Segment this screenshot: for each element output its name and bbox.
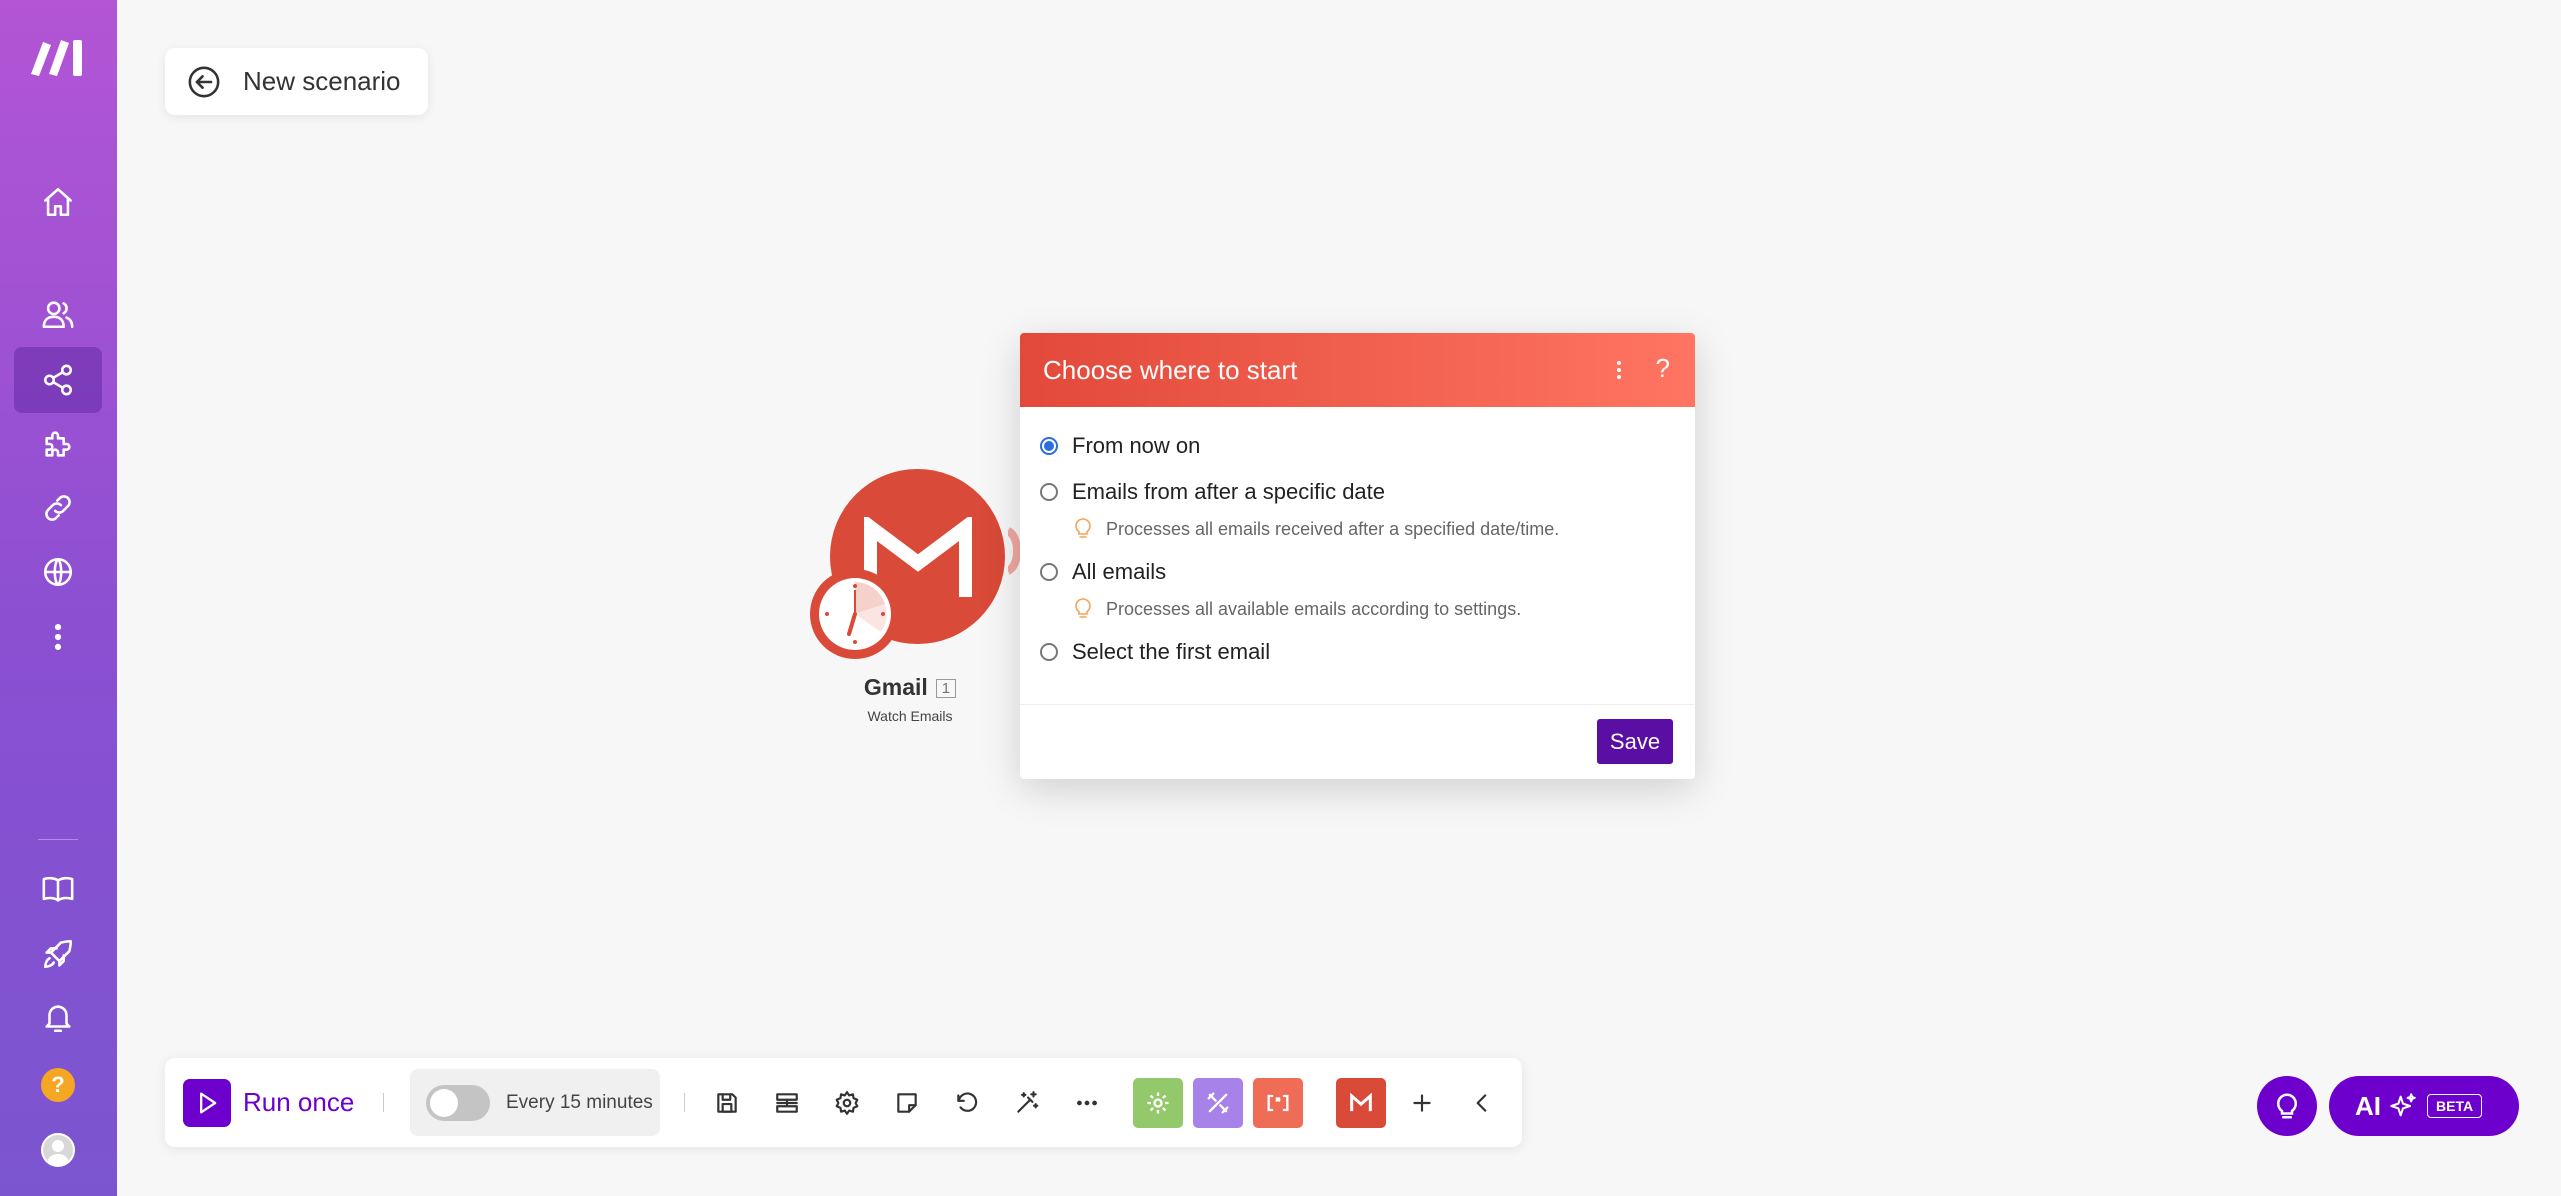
module-title: Gmail 1 xyxy=(810,674,1010,701)
docs-book-icon[interactable] xyxy=(14,856,102,922)
radio-select-first-email[interactable] xyxy=(1040,643,1058,661)
schedule-toggle[interactable]: Every 15 minutes xyxy=(410,1069,660,1136)
play-icon xyxy=(200,1092,217,1113)
choose-start-dialog: Choose where to start ? From now on Emai… xyxy=(1020,333,1695,779)
schedule-switch[interactable] xyxy=(426,1084,490,1121)
dialog-footer: Save xyxy=(1020,704,1695,779)
start-options: From now on Emails from after a specific… xyxy=(1020,407,1695,675)
gmail-icon xyxy=(1350,1092,1372,1111)
add-plus-icon[interactable] xyxy=(1397,1058,1447,1147)
scenario-name: New scenario xyxy=(243,66,401,96)
schedule-clock-icon[interactable] xyxy=(810,569,900,659)
tools-gear-icon xyxy=(1147,1092,1169,1113)
toolbar-divider xyxy=(684,1093,685,1112)
beta-badge: BETA xyxy=(2427,1094,2483,1118)
scenarios-icon[interactable] xyxy=(14,347,102,413)
scenario-toolbar: Run once Every 15 minutes xyxy=(165,1058,1522,1147)
dialog-title: Choose where to start xyxy=(1043,354,1298,385)
module-action: Watch Emails xyxy=(867,708,953,724)
sidebar: ? xyxy=(0,0,117,1196)
flow-control-icon xyxy=(1207,1092,1229,1113)
more-vertical-icon[interactable] xyxy=(14,604,102,670)
settings-gear-icon[interactable] xyxy=(822,1058,872,1147)
save-scenario-icon[interactable] xyxy=(702,1058,752,1147)
rocket-icon[interactable] xyxy=(14,921,102,987)
radio-after-specific-date[interactable] xyxy=(1040,483,1058,501)
toolbar-divider xyxy=(383,1093,384,1112)
notes-icon[interactable] xyxy=(882,1058,932,1147)
dialog-more-icon[interactable] xyxy=(1609,355,1629,385)
back-to-scenarios-button[interactable]: New scenario xyxy=(165,48,428,115)
team-icon[interactable] xyxy=(14,281,102,347)
run-once-button[interactable]: Run once xyxy=(183,1058,354,1147)
save-button[interactable]: Save xyxy=(1597,719,1673,764)
schedule-interval: Every 15 minutes xyxy=(506,1091,653,1113)
notifications-bell-icon[interactable] xyxy=(14,985,102,1051)
option-from-now-on[interactable]: From now on xyxy=(1040,423,1695,469)
magic-wand-icon[interactable] xyxy=(1002,1058,1052,1147)
auto-align-icon[interactable] xyxy=(762,1058,812,1147)
hint-after-specific-date: Processes all emails received after a sp… xyxy=(1074,509,1695,549)
text-parser-button[interactable] xyxy=(1253,1058,1303,1147)
lightbulb-icon xyxy=(2276,1093,2298,1119)
arrow-left-circle-icon xyxy=(188,66,220,97)
option-select-first-email[interactable]: Select the first email xyxy=(1040,629,1695,675)
collapse-chevron-left-icon[interactable] xyxy=(1457,1058,1507,1147)
lightbulb-icon xyxy=(1075,598,1091,618)
webhooks-globe-icon[interactable] xyxy=(14,539,102,605)
help-icon[interactable]: ? xyxy=(14,1052,102,1118)
dialog-header: Choose where to start ? xyxy=(1020,333,1695,407)
dialog-help-icon[interactable]: ? xyxy=(1656,353,1670,384)
hint-all-emails: Processes all available emails according… xyxy=(1074,589,1695,629)
ai-assistant-button[interactable]: AI BETA xyxy=(2329,1076,2519,1136)
text-parser-icon xyxy=(1267,1094,1289,1111)
make-logo[interactable] xyxy=(29,36,87,76)
tools-button[interactable] xyxy=(1133,1058,1183,1147)
radio-from-now-on[interactable] xyxy=(1040,437,1058,455)
hints-lightbulb-button[interactable] xyxy=(2257,1076,2317,1136)
connections-link-icon[interactable] xyxy=(14,475,102,541)
more-horizontal-icon[interactable] xyxy=(1062,1058,1112,1147)
undo-icon[interactable] xyxy=(942,1058,992,1147)
gmail-module[interactable]: Gmail 1 Watch Emails xyxy=(810,466,1021,736)
lightbulb-icon xyxy=(1075,518,1091,538)
module-index-badge: 1 xyxy=(935,679,957,698)
sparkle-icon xyxy=(2390,1093,2416,1117)
user-avatar[interactable] xyxy=(14,1117,102,1183)
gmail-favorite-button[interactable] xyxy=(1336,1058,1386,1147)
home-icon[interactable] xyxy=(14,169,102,235)
flow-control-button[interactable] xyxy=(1193,1058,1243,1147)
sidebar-divider xyxy=(38,839,78,840)
apps-puzzle-icon[interactable] xyxy=(14,411,102,477)
radio-all-emails[interactable] xyxy=(1040,563,1058,581)
